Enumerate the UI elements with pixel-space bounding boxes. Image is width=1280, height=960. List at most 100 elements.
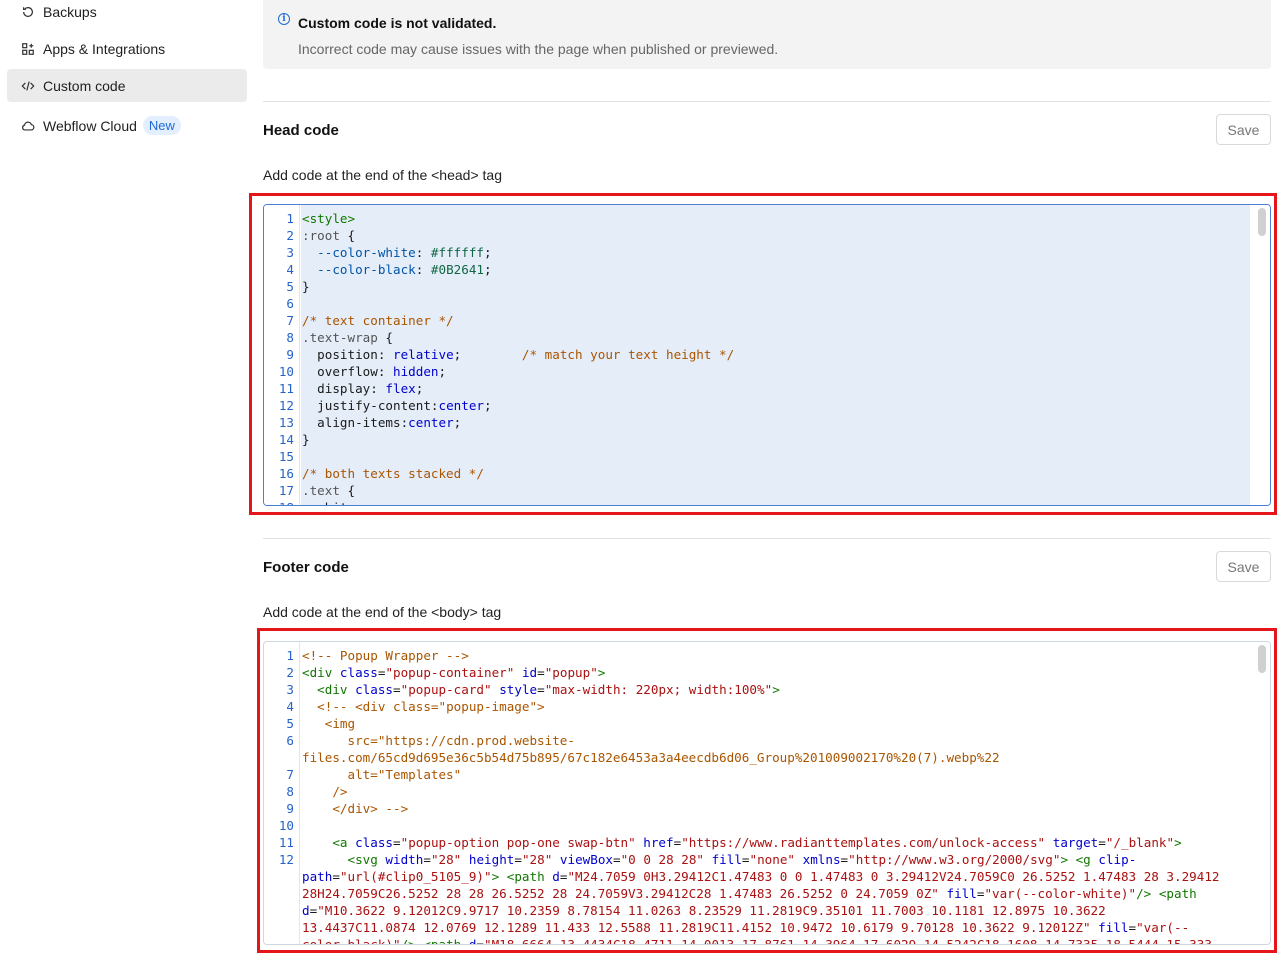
line-number: 16 [278, 466, 294, 481]
code-token: --color-white [317, 245, 416, 260]
line-text: <!-- Popup Wrapper --> [302, 647, 469, 664]
line-number: 7 [286, 767, 294, 782]
line-text: position: relative; /* match your text h… [302, 346, 734, 363]
line-text: /* both texts stacked */ [302, 465, 484, 482]
code-line: 7 /* text container */ [286, 312, 1250, 329]
code-token: </div> --> [302, 801, 409, 816]
code-token: align-items: [302, 415, 409, 430]
line-text: 28H24.7059C26.5252 28 28 26.5252 28 24.7… [302, 885, 1197, 902]
divider [263, 101, 1271, 102]
code-token: :root [302, 228, 340, 243]
code-token: nowrap [416, 500, 462, 505]
code-line: d="M10.3622 9.12012C9.9717 10.2359 8.781… [301, 902, 1250, 919]
code-token: "https://www.radianttemplates.com/unlock… [681, 835, 1046, 850]
code-token: "var(--color-white)" [984, 886, 1137, 901]
code-token: "popup-option pop-one swap-btn" [400, 835, 636, 850]
code-token: .text [302, 483, 340, 498]
scroll-track [1250, 205, 1270, 505]
code-token: display: [302, 381, 386, 396]
code-token: = [514, 852, 522, 867]
code-line: 8 /> [286, 783, 1250, 800]
scrollbar[interactable] [1258, 208, 1266, 236]
code-token: } [302, 279, 310, 294]
code-token: { [339, 483, 356, 498]
code-token: = [741, 852, 750, 867]
line-number: 11 [278, 381, 294, 396]
code-token: : [415, 262, 431, 277]
code-token: "none" [749, 852, 796, 867]
code-line: 5 <img [286, 715, 1250, 732]
code-token: hidden [393, 364, 439, 379]
sidebar-item-backups[interactable]: Backups [7, 0, 247, 28]
line-number: 17 [278, 483, 294, 498]
code-token: width [385, 852, 424, 867]
code-line: 12 justify-content:center; [279, 397, 1250, 414]
code-token: <svg [347, 852, 386, 867]
sidebar-item-apps-integrations[interactable]: Apps & Integrations [7, 32, 247, 65]
code-token: d [552, 869, 560, 884]
head-code-editor[interactable]: 1 <style> 2:root {3 --color-white: #ffffff… [263, 204, 1271, 506]
code-token: <style> [302, 211, 356, 226]
sidebar-item-label: Apps & Integrations [43, 40, 166, 57]
history-icon [20, 4, 35, 19]
code-token: center [408, 415, 454, 430]
code-line: 13.4437C11.0874 12.0769 12.1289 11.433 1… [301, 919, 1250, 936]
code-line: 7 alt="Templates" [286, 766, 1250, 783]
code-token: ; [484, 262, 492, 277]
code-line: 2 <div class="popup-container" id="popup"… [286, 664, 1250, 681]
line-number: 6 [286, 733, 294, 748]
code-line: 6 [286, 295, 1250, 312]
code-line: 12 <svg width="28" height="28" viewBox="… [279, 851, 1250, 868]
head-code-save-button[interactable]: Save [1216, 114, 1271, 145]
line-text: } [302, 278, 310, 295]
sidebar-item-webflow-cloud[interactable]: Webflow Cloud New [7, 109, 247, 142]
code-token: ; [453, 415, 462, 430]
sidebar-item-custom-code[interactable]: Custom code [7, 69, 247, 102]
line-number: 2 [286, 665, 294, 680]
code-token: 28H24.7059C26.5252 28 28 26.5252 28 24.7… [302, 886, 939, 901]
code-token: = [332, 869, 340, 884]
code-icon [20, 78, 35, 93]
sidebar-item-label: Backups [43, 3, 97, 20]
code-token: <div [317, 682, 356, 697]
code-area[interactable]: 1 <style> 2:root {3 --color-white: #ffffff… [279, 205, 1250, 505]
settings-sidebar: Backups Apps & Integrations Custom code … [0, 0, 255, 960]
code-token: ; [415, 381, 424, 396]
code-token: > [1174, 835, 1182, 850]
line-number: 2 [286, 228, 294, 243]
code-token: /* text container */ [302, 313, 454, 328]
code-token: overflow: [302, 364, 393, 379]
line-number: 10 [278, 818, 294, 833]
code-line: 1 <!-- Popup Wrapper --> [286, 647, 1250, 664]
footer-code-editor[interactable]: 1 <!-- Popup Wrapper --> 2 <div class="popu… [263, 641, 1271, 945]
notice-title: Custom code is not validated. [298, 15, 497, 31]
scrollbar[interactable] [1258, 645, 1266, 673]
code-token: clip- [1098, 852, 1137, 867]
code-token: ; [461, 500, 469, 505]
line-text: alt="Templates" [302, 766, 461, 783]
line-text: --color-white: #ffffff; [302, 244, 491, 261]
new-badge: New [142, 116, 181, 135]
line-text: <style> [302, 210, 355, 227]
line-text: } [302, 431, 310, 448]
code-line: 15 [279, 448, 1250, 465]
footer-code-save-button[interactable]: Save [1216, 551, 1271, 582]
sidebar-item-label: Webflow Cloud [43, 117, 137, 134]
code-token: justify-content: [302, 398, 439, 413]
code-token: > <g [1060, 852, 1099, 867]
head-code-description: Add code at the end of the <head> tag [263, 167, 502, 183]
code-token: /* match your text height */ [521, 347, 735, 362]
code-token: "url(#clip0_5105_9)" [339, 869, 492, 884]
code-token: fill [1098, 920, 1129, 935]
line-number: 8 [286, 330, 294, 345]
code-area[interactable]: 1 <!-- Popup Wrapper --> 2 <div class="popu… [279, 642, 1250, 944]
code-token: = [612, 852, 621, 867]
